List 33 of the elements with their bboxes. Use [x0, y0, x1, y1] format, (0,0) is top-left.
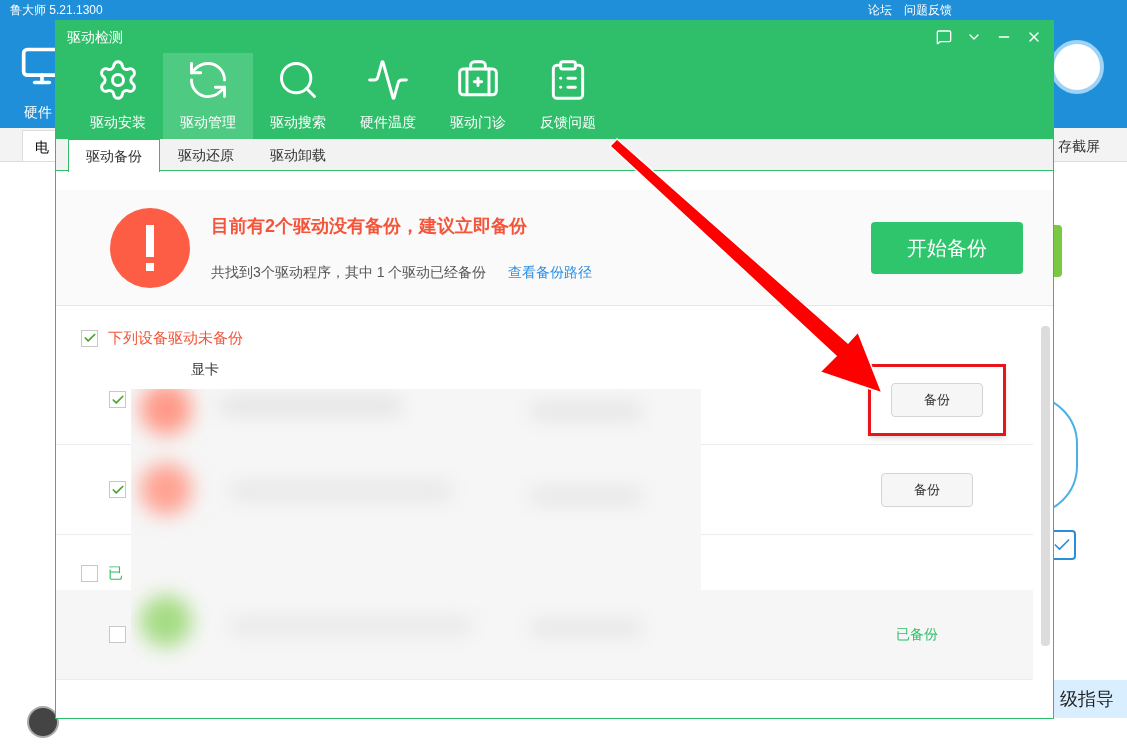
nav-label[interactable]: 硬件	[24, 102, 52, 123]
alert-heading: 目前有2个驱动没有备份，建议立即备份	[211, 214, 528, 238]
backup-button[interactable]: 备份	[891, 382, 983, 417]
checkbox[interactable]	[109, 481, 126, 498]
checkbox[interactable]	[109, 391, 126, 408]
nav-tab[interactable]: 驱动管理	[163, 53, 253, 139]
checkmark-icon	[82, 331, 97, 345]
device-name: 显卡	[191, 360, 219, 379]
nav-tab[interactable]: 驱动门诊	[433, 53, 523, 139]
tab[interactable]: 存截屏	[1058, 136, 1100, 157]
dialog-title: 驱动检测	[67, 27, 123, 47]
nav-tab[interactable]: 硬件温度	[343, 53, 433, 139]
app-icon[interactable]	[27, 706, 59, 738]
start-backup-button[interactable]: 开始备份	[871, 221, 1023, 274]
backup-button[interactable]: 备份	[881, 472, 973, 507]
checkbox[interactable]	[81, 329, 98, 347]
group-title: 已	[108, 562, 123, 583]
header-link[interactable]: 论坛	[868, 3, 892, 17]
backup-path-link[interactable]: 查看备份路径	[508, 261, 593, 283]
feedback-icon[interactable]	[936, 29, 952, 45]
scrollbar[interactable]	[1041, 326, 1050, 646]
alert-detail: 共找到3个驱动程序，其中 1 个驱动已经备份	[211, 262, 487, 282]
backup-status: 已备份	[896, 625, 938, 644]
sub-tab[interactable]: 驱动还原	[160, 139, 252, 171]
sub-tab[interactable]: 驱动备份	[68, 139, 160, 172]
app-title: 鲁大师 5.21.1300	[10, 3, 103, 17]
nav-tab[interactable]: 反馈问题	[523, 53, 613, 139]
checkbox[interactable]	[109, 626, 126, 643]
checkbox[interactable]	[81, 564, 98, 582]
group-title: 下列设备驱动未备份	[108, 327, 243, 348]
nav-tab[interactable]: 驱动搜索	[253, 53, 343, 139]
header-link[interactable]: 问题反馈	[904, 3, 952, 17]
sub-tab[interactable]: 驱动卸载	[252, 139, 344, 171]
